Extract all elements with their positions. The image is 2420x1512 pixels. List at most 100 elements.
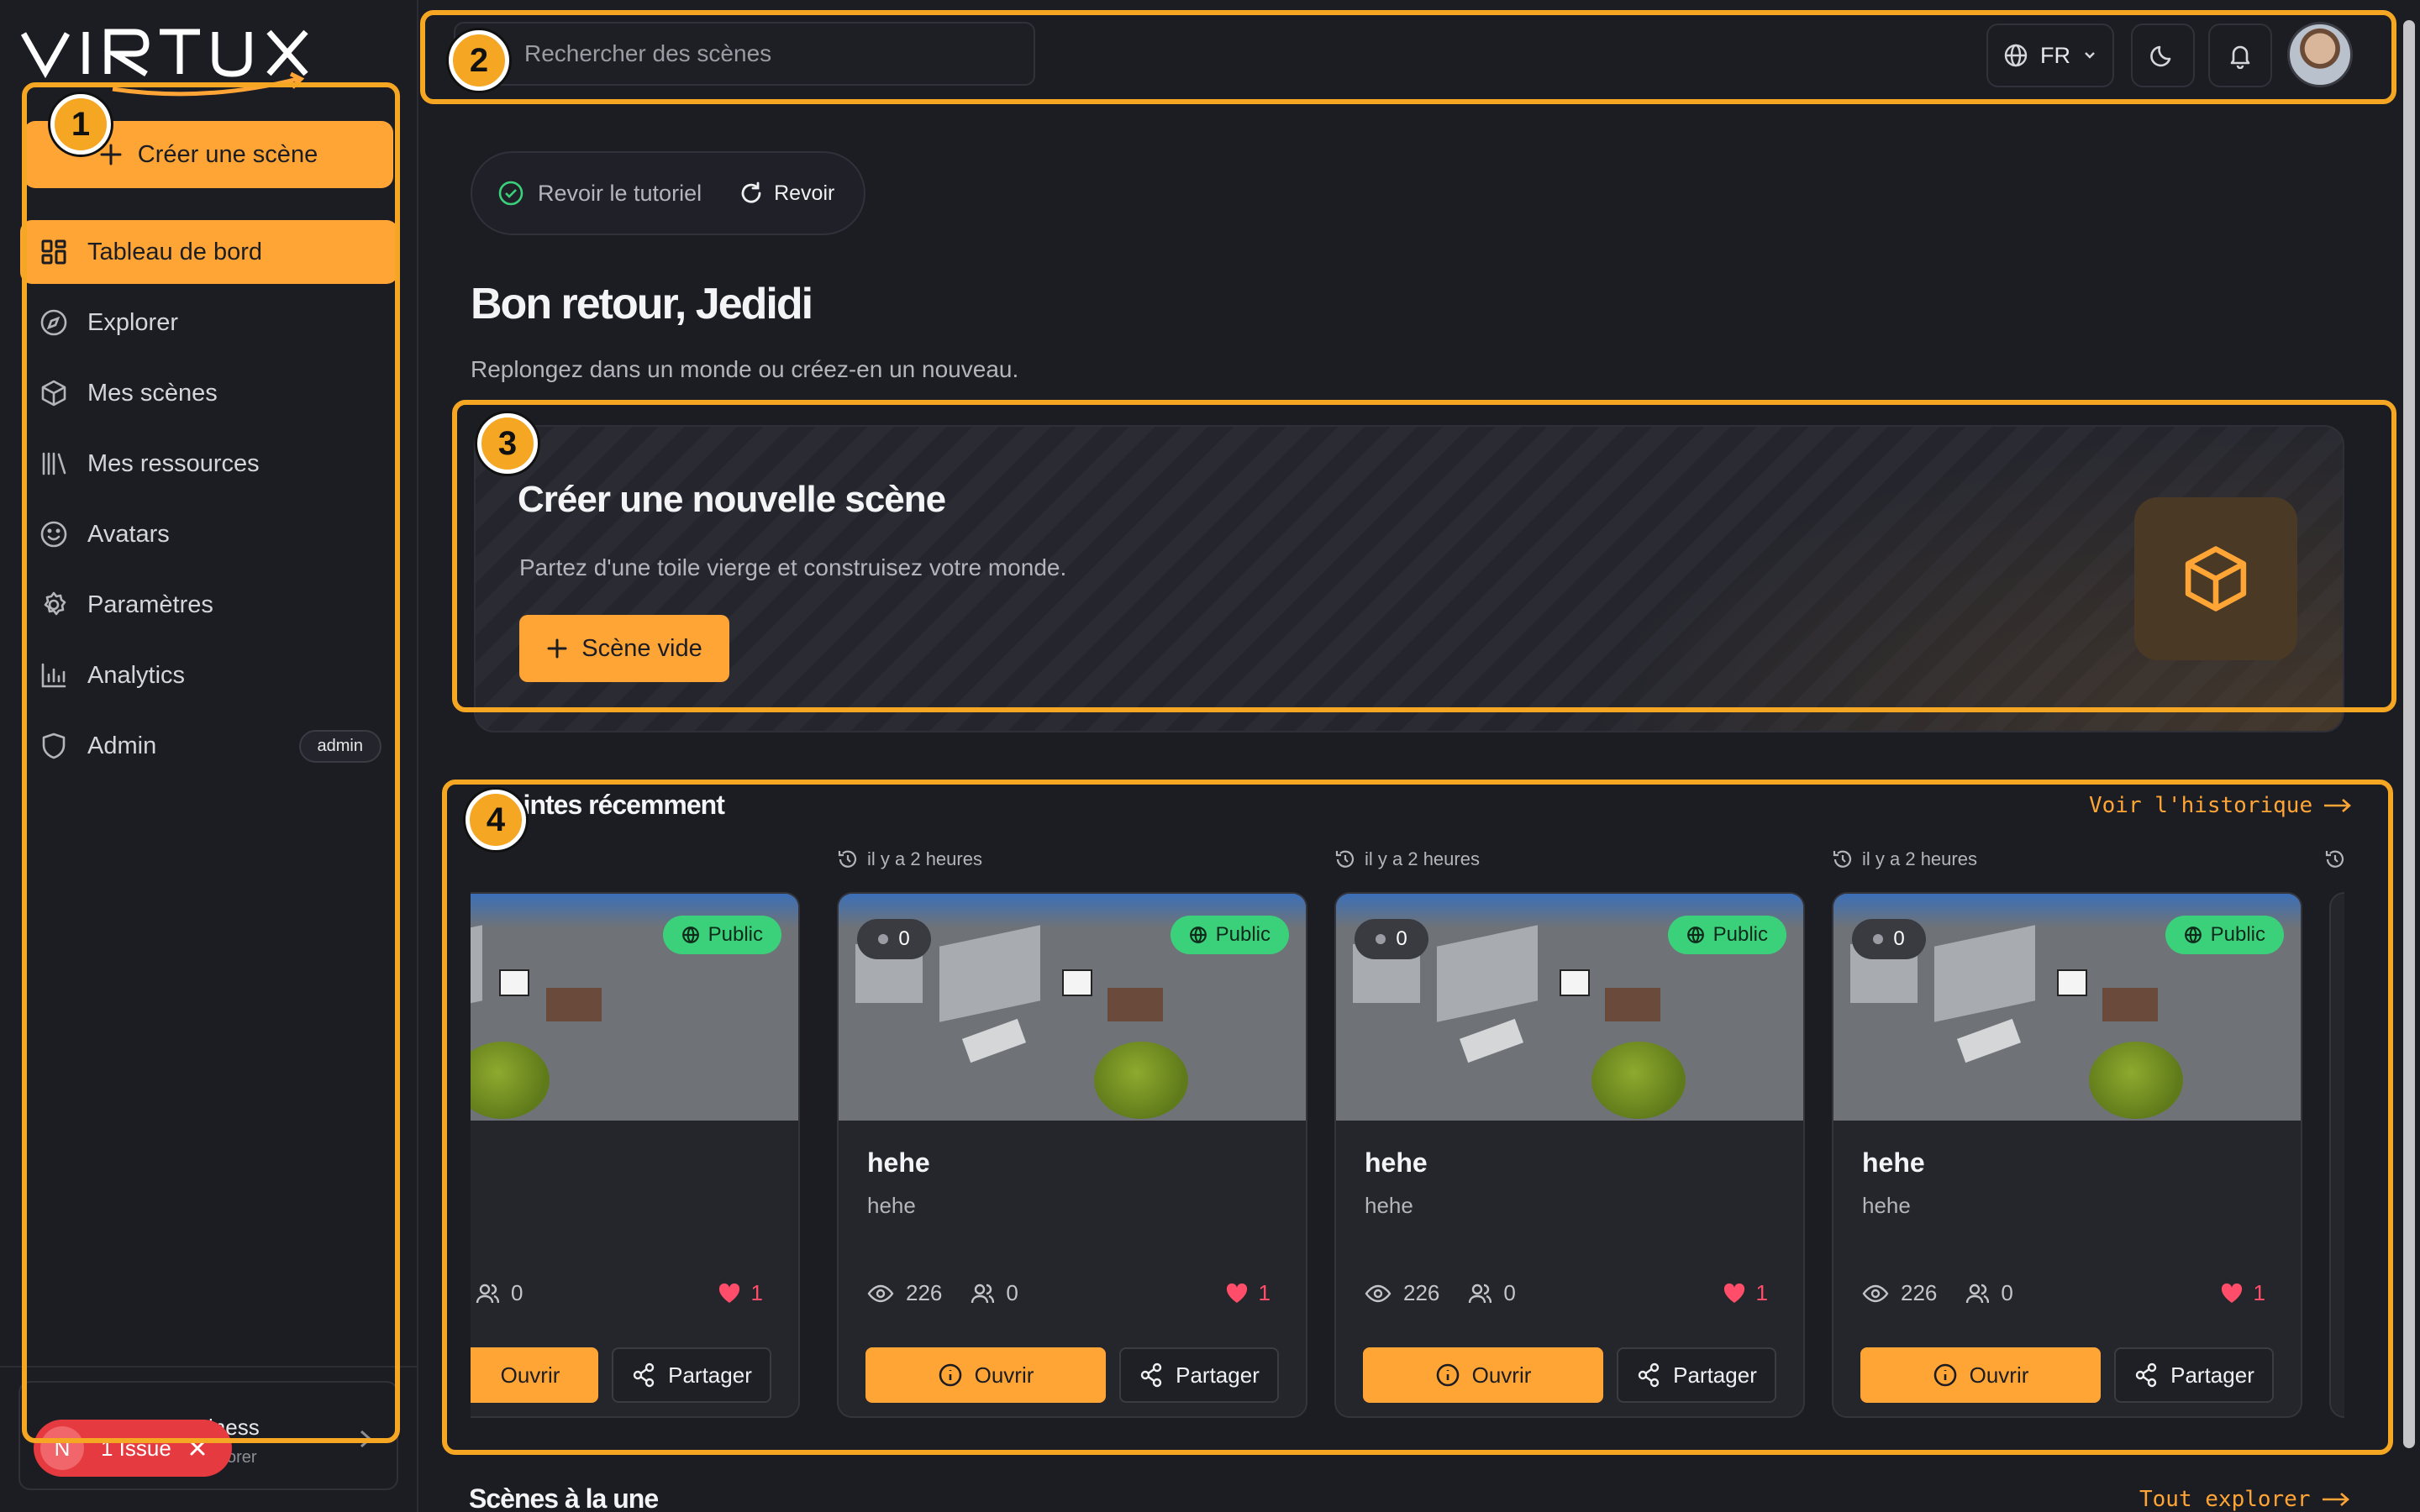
cube-icon	[2134, 497, 2297, 660]
compass-icon	[39, 307, 69, 338]
scene-title[interactable]: hehe	[867, 1147, 930, 1179]
library-icon	[39, 449, 69, 479]
sidebar-item-label: Admin	[87, 732, 157, 759]
history-icon	[838, 850, 857, 868]
virtux-logo[interactable]	[20, 22, 339, 97]
open-scene-button[interactable]: Ouvrir	[471, 1347, 598, 1403]
plus-icon	[100, 144, 122, 165]
featured-section-title: Scènes à la une	[469, 1483, 659, 1512]
notifications-button[interactable]	[2208, 24, 2272, 87]
card-stats: 226 0	[1365, 1280, 1516, 1306]
eye-icon	[867, 1284, 894, 1302]
globe-icon	[1189, 927, 1207, 943]
viewer-count-badge: 0	[1355, 919, 1428, 959]
sidebar-item-label: Explorer	[87, 308, 178, 336]
sidebar-divider	[0, 1366, 418, 1368]
open-scene-button[interactable]: Ouvrir	[865, 1347, 1106, 1403]
issue-indicator[interactable]: N 1 Issue	[34, 1420, 232, 1477]
smile-icon	[39, 519, 69, 549]
bell-icon	[2230, 45, 2250, 69]
visibility-badge: Public	[1667, 916, 1786, 954]
bar-chart-icon	[39, 660, 69, 690]
info-icon	[1933, 1363, 1956, 1387]
sidebar-item-explorer[interactable]: Explorer	[20, 291, 398, 354]
viewer-count-badge: 0	[1852, 919, 1926, 959]
revoir-button[interactable]: Revoir	[739, 181, 834, 206]
sidebar-item-avatars[interactable]: Avatars	[20, 502, 398, 566]
language-code: FR	[2040, 42, 2070, 68]
sidebar-item-my-resources[interactable]: Mes ressources	[20, 432, 398, 496]
scene-title[interactable]: hehe	[1365, 1147, 1428, 1179]
card-time	[2324, 848, 2344, 870]
like-count[interactable]: 1	[718, 1280, 763, 1306]
share-scene-button[interactable]: Partager	[612, 1347, 771, 1403]
history-icon	[1335, 850, 1355, 868]
scrollbar-thumb[interactable]	[2403, 20, 2415, 1448]
scene-description: hehe	[1862, 1193, 1911, 1218]
like-count[interactable]: 1	[1225, 1280, 1270, 1306]
sidebar-item-label: Avatars	[87, 520, 170, 548]
revoir-label: Revoir	[774, 181, 835, 205]
language-selector[interactable]: FR	[1986, 24, 2114, 87]
share-scene-button[interactable]: Partager	[2114, 1347, 2274, 1403]
annotation-marker-1: 1	[50, 94, 111, 155]
globe-icon	[2004, 44, 2028, 67]
hero-subtitle: Partez d'une toile vierge et construisez…	[519, 554, 1067, 580]
share-icon	[1140, 1362, 1162, 1388]
scene-card[interactable]	[2329, 892, 2344, 1418]
open-scene-button[interactable]: Ouvrir	[1363, 1347, 1603, 1403]
globe-icon	[681, 927, 699, 943]
card-time: il y a 2 heures	[1334, 848, 1480, 870]
empty-scene-label: Scène vide	[581, 634, 702, 662]
scene-thumbnail[interactable]: 0 Public	[839, 894, 1306, 1121]
history-icon	[1833, 850, 1852, 868]
scene-card[interactable]: Public 0 1 Ouvrir Partager	[471, 892, 800, 1418]
card-stats: 226 0	[1862, 1280, 2013, 1306]
users-icon	[476, 1284, 499, 1303]
scene-thumbnail[interactable]: 0 Public	[1833, 894, 2301, 1121]
tutorial-banner: Revoir le tutoriel Revoir	[471, 151, 865, 235]
scene-card[interactable]: 0 Public hehe hehe 226 0 1 Ouvrir Partag…	[1334, 892, 1805, 1418]
scene-thumbnail[interactable]: 0 Public	[1336, 894, 1803, 1121]
open-scene-button[interactable]: Ouvrir	[1860, 1347, 2101, 1403]
explore-all-link[interactable]: Tout explorer	[2139, 1487, 2351, 1512]
theme-toggle-button[interactable]	[2131, 24, 2195, 87]
check-circle-icon	[498, 181, 523, 206]
users-icon	[1469, 1284, 1492, 1303]
tutorial-label: Revoir le tutoriel	[538, 180, 702, 206]
close-icon[interactable]	[188, 1439, 207, 1457]
users-icon	[971, 1284, 995, 1303]
sidebar-item-label: Paramètres	[87, 591, 213, 618]
card-stats: 226 0	[867, 1280, 1018, 1306]
scene-description: hehe	[1365, 1193, 1413, 1218]
visibility-badge: Public	[662, 916, 781, 954]
sidebar-item-dashboard[interactable]: Tableau de bord	[20, 220, 398, 284]
scene-card[interactable]: 0 Public hehe hehe 226 0 1 Ouvrir Partag…	[1832, 892, 2302, 1418]
card-stats: 0	[476, 1280, 523, 1306]
sidebar-item-admin[interactable]: Admin admin	[20, 714, 398, 778]
scene-title[interactable]: hehe	[1862, 1147, 1925, 1179]
share-scene-button[interactable]: Partager	[1617, 1347, 1776, 1403]
sidebar-item-settings[interactable]: Paramètres	[20, 573, 398, 637]
admin-badge: admin	[298, 729, 381, 763]
avatar[interactable]	[2287, 22, 2353, 87]
recent-scenes-carousel[interactable]: es Public 0 1 Ouvrir Par	[471, 848, 2344, 1420]
explore-all-label: Tout explorer	[2139, 1487, 2311, 1512]
sidebar-item-analytics[interactable]: Analytics	[20, 643, 398, 707]
empty-scene-button[interactable]: Scène vide	[519, 615, 729, 682]
sidebar-item-my-scenes[interactable]: Mes scènes	[20, 361, 398, 425]
annotation-marker-3: 3	[477, 413, 538, 474]
like-count[interactable]: 1	[2220, 1280, 2265, 1306]
like-count[interactable]: 1	[1723, 1280, 1768, 1306]
shield-icon	[39, 731, 69, 761]
history-icon	[2325, 850, 2344, 868]
share-scene-button[interactable]: Partager	[1119, 1347, 1279, 1403]
search-input[interactable]: Rechercher des scènes	[454, 22, 1035, 86]
page-scrollbar[interactable]	[2396, 0, 2420, 1512]
scene-card[interactable]: 0 Public hehe hehe 226 0 1 Ouvrir Partag…	[837, 892, 1307, 1418]
scene-description: hehe	[867, 1193, 916, 1218]
history-link[interactable]: Voir l'historique	[2089, 793, 2353, 818]
scene-thumbnail[interactable]: Public	[471, 894, 798, 1121]
info-icon	[939, 1363, 961, 1387]
annotation-marker-2: 2	[449, 30, 509, 91]
